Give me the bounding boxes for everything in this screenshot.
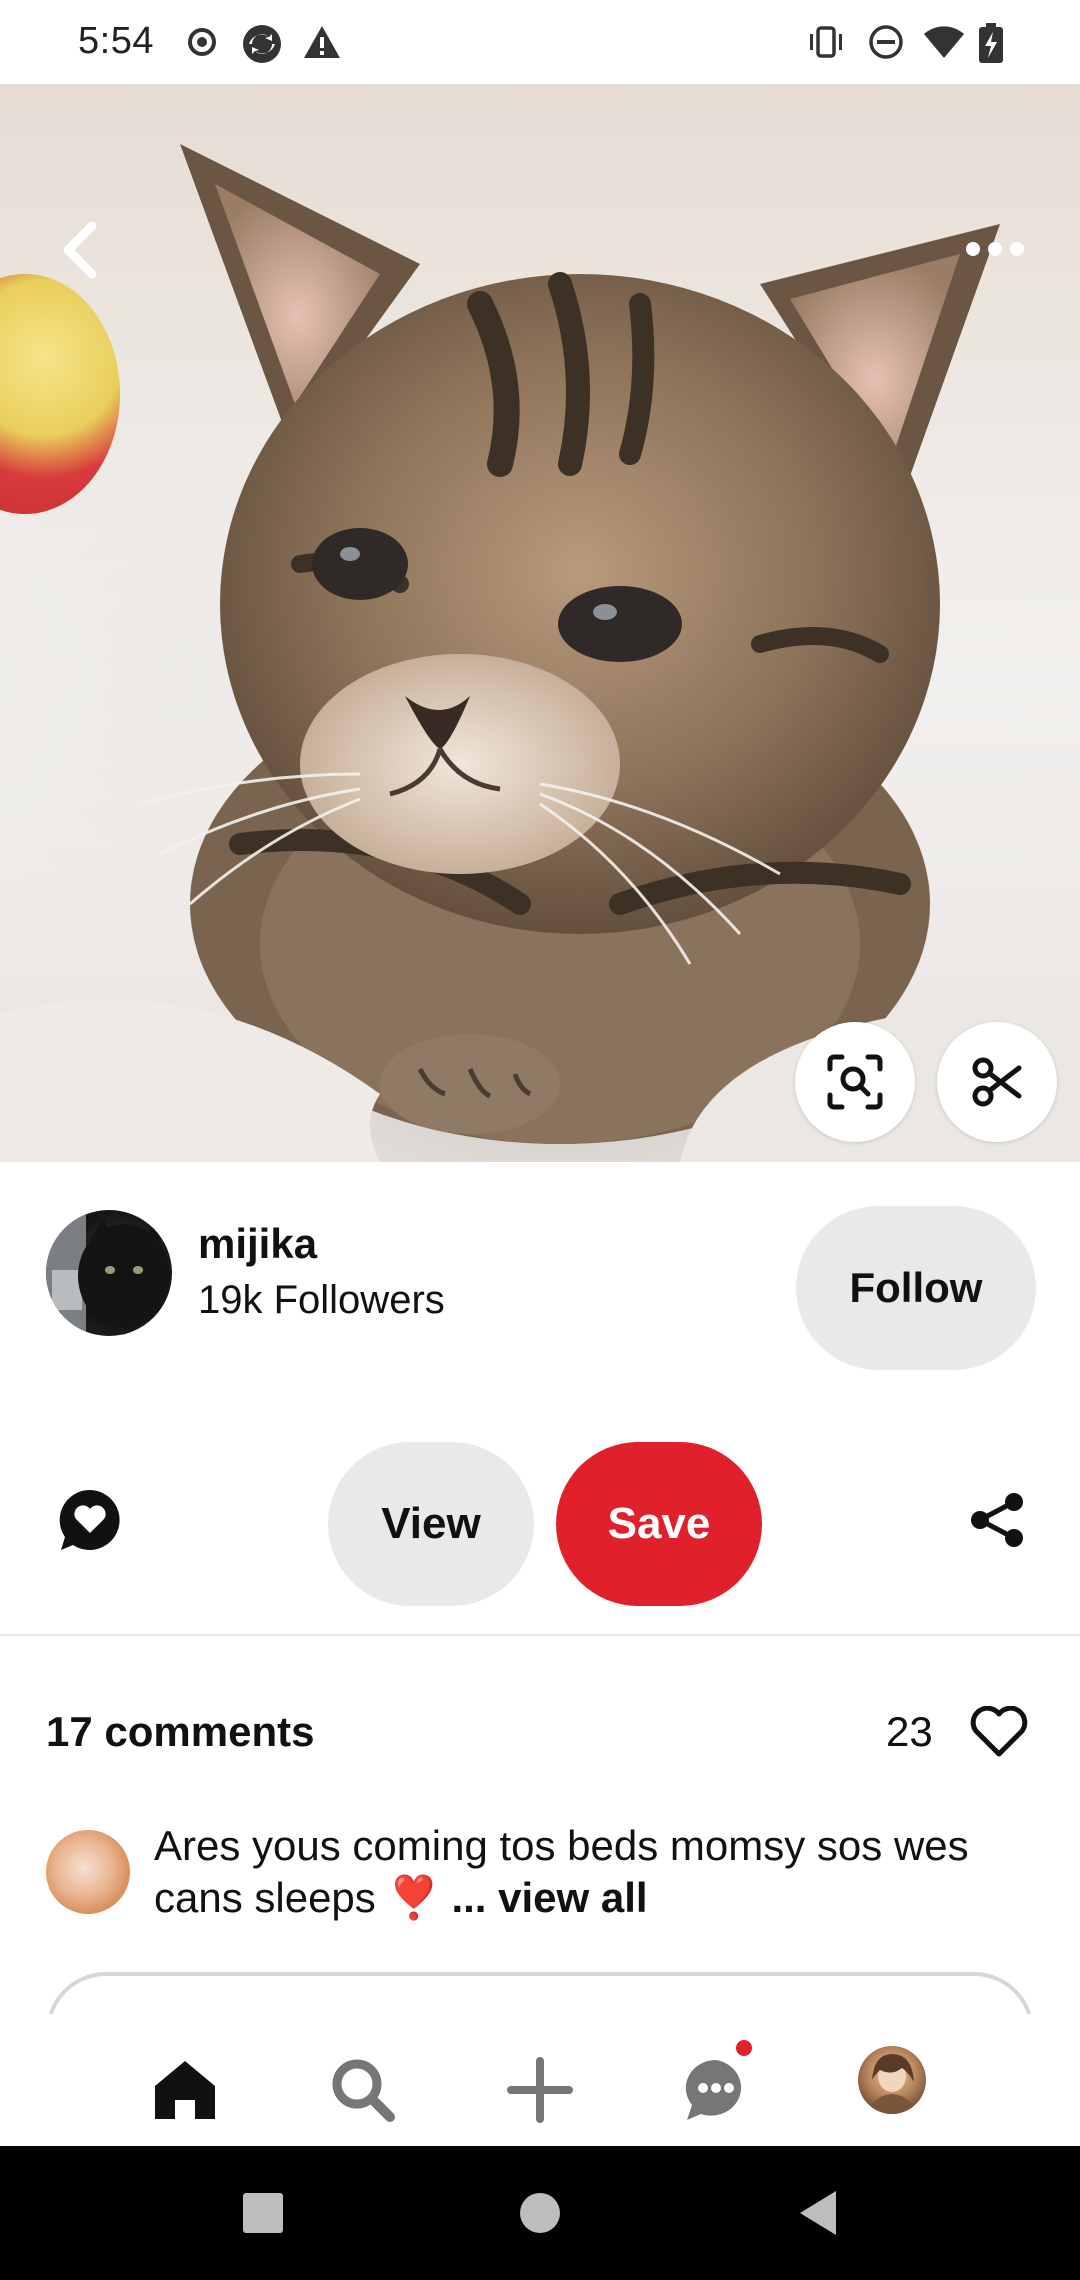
comments-header: 17 comments 23 [0,1636,1080,1776]
save-button[interactable]: Save [556,1442,762,1606]
creator-avatar[interactable] [46,1210,172,1336]
comment-text: Ares yous coming tos beds momsy sos wes … [154,1820,1034,1924]
more-options-icon [966,242,1024,256]
status-time: 5:54 [78,20,154,62]
system-back-button[interactable] [785,2180,851,2246]
wifi-icon [922,22,964,62]
profile-avatar-image [868,2054,916,2114]
recents-square-icon [243,2193,283,2233]
nav-messages[interactable] [676,2050,756,2130]
battery-charging-icon [976,22,1016,63]
scissors-icon [972,1057,1022,1107]
creator-name[interactable]: mijika [198,1220,317,1268]
crop-pin-button[interactable] [937,1022,1057,1142]
commenter-avatar[interactable] [46,1830,130,1914]
nav-home[interactable] [145,2050,225,2130]
follow-button[interactable]: Follow [796,1206,1036,1370]
heart-chat-icon [59,1489,120,1550]
nav-search[interactable] [323,2050,403,2130]
do-not-disturb-icon [866,22,906,62]
black-cat-avatar-image [46,1210,170,1336]
comments-count[interactable]: 17 comments [46,1708,314,1756]
add-icon [507,2057,573,2123]
heart-outline-icon [970,1706,1028,1757]
pin-action-row: View Save [0,1422,1080,1636]
visual-search-icon [827,1054,883,1110]
home-button[interactable] [507,2180,573,2246]
view-button[interactable]: View [328,1442,534,1606]
home-circle-icon [520,2193,560,2233]
nav-create[interactable] [500,2050,580,2130]
search-icon [332,2059,395,2122]
messages-icon [685,2059,742,2120]
vibrate-icon [806,22,846,62]
notification-dot [736,2040,752,2056]
share-button[interactable] [960,1482,1036,1558]
home-icon [155,2061,215,2119]
kitten-photo [0,144,1080,1162]
react-button[interactable] [52,1482,128,1558]
record-icon [182,22,222,62]
warning-icon [302,22,342,62]
sync-icon [240,22,281,63]
like-button[interactable] [964,1700,1034,1764]
back-triangle-icon [800,2191,836,2235]
likes-count: 23 [886,1708,933,1755]
share-icon [971,1493,1023,1547]
more-options-button[interactable] [960,224,1030,274]
recents-button[interactable] [230,2180,296,2246]
creator-followers: 19k Followers [198,1278,445,1322]
bottom-nav [0,2014,1080,2146]
visual-search-button[interactable] [795,1022,915,1142]
system-navigation-bar [0,2146,1080,2280]
comment-item[interactable]: Ares yous coming tos beds momsy sos wes … [0,1820,1080,1940]
view-all-link[interactable]: ... view all [451,1874,647,1921]
pin-image[interactable] [0,84,1080,1162]
back-button[interactable] [44,214,116,286]
creator-row: mijika 19k Followers Follow [0,1162,1080,1422]
profile-avatar[interactable] [858,2046,926,2114]
back-chevron-icon [63,221,97,279]
status-bar: 5:54 [0,0,1080,84]
